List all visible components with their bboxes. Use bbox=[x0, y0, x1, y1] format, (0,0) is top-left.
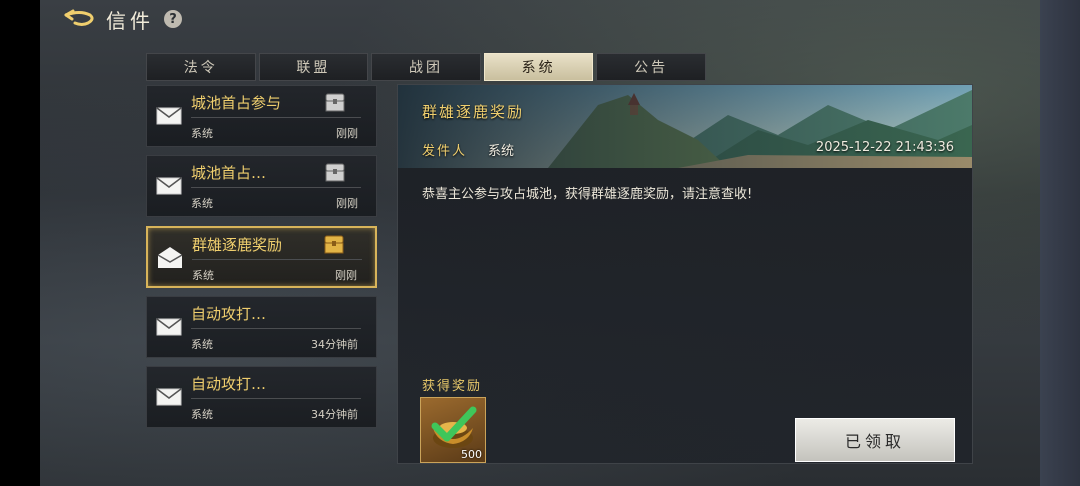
header: 信件 ? bbox=[62, 6, 182, 33]
landscape-banner bbox=[398, 85, 972, 168]
mail-title: 群雄逐鹿奖励 bbox=[422, 103, 525, 121]
envelope-icon bbox=[156, 388, 182, 406]
mail-subject: 自动攻打… bbox=[191, 375, 267, 393]
envelope-icon bbox=[156, 318, 182, 336]
reward-item[interactable]: 500 bbox=[420, 397, 486, 463]
mail-time: 刚刚 bbox=[336, 197, 358, 210]
mail-sender: 系统 bbox=[191, 127, 213, 140]
mail-body: 恭喜主公参与攻占城池，获得群雄逐鹿奖励，请注意查收! bbox=[422, 187, 753, 202]
tab-announcement[interactable]: 公告 bbox=[596, 53, 706, 81]
help-icon[interactable]: ? bbox=[164, 10, 182, 28]
sender-name: 系统 bbox=[488, 144, 515, 159]
mail-item[interactable]: 城池首占参与系统 刚刚 bbox=[146, 85, 377, 147]
check-icon bbox=[431, 406, 477, 442]
mail-timestamp: 2025-12-22 21:43:36 bbox=[815, 140, 954, 155]
right-letterbox bbox=[1040, 0, 1080, 486]
mail-sender: 系统 bbox=[191, 197, 213, 210]
mail-time: 刚刚 bbox=[335, 269, 357, 282]
tab-battle-group[interactable]: 战团 bbox=[371, 53, 481, 81]
divider bbox=[191, 328, 361, 329]
open-envelope-icon bbox=[157, 247, 183, 268]
mail-subject: 城池首占参与 bbox=[191, 94, 282, 112]
mail-item[interactable]: 自动攻打… 系统 34分钟前 bbox=[146, 296, 377, 358]
treasure-chest-icon bbox=[325, 163, 345, 182]
divider bbox=[191, 398, 361, 399]
claimed-button[interactable]: 已领取 bbox=[795, 418, 955, 462]
tab-decree[interactable]: 法令 bbox=[146, 53, 256, 81]
mail-subject: 群雄逐鹿奖励 bbox=[192, 236, 283, 254]
treasure-chest-icon bbox=[325, 93, 345, 112]
tab-system[interactable]: 系统 bbox=[483, 53, 594, 81]
reward-label: 获得奖励 bbox=[422, 379, 483, 394]
left-letterbox bbox=[0, 0, 40, 486]
mail-detail-panel: 群雄逐鹿奖励 发件人 系统 2025-12-22 21:43:36 恭喜主公参与… bbox=[397, 84, 973, 464]
divider bbox=[191, 117, 361, 118]
mail-sender: 系统 bbox=[191, 338, 213, 351]
divider bbox=[191, 187, 361, 188]
reward-count: 500 bbox=[461, 448, 482, 461]
mail-item[interactable]: 自动攻打… 系统 34分钟前 bbox=[146, 366, 377, 428]
tab-alliance[interactable]: 联盟 bbox=[258, 53, 369, 81]
back-arrow-icon[interactable] bbox=[62, 8, 96, 30]
page-title: 信件 bbox=[106, 8, 154, 33]
banner-image: 群雄逐鹿奖励 发件人 系统 2025-12-22 21:43:36 bbox=[398, 85, 972, 168]
mail-time: 刚刚 bbox=[336, 127, 358, 140]
mail-tabs: 法令 联盟 战团 系统 公告 bbox=[146, 53, 706, 81]
mail-time: 34分钟前 bbox=[311, 338, 358, 351]
mail-sender: 系统 bbox=[191, 408, 213, 421]
divider bbox=[192, 259, 362, 260]
treasure-chest-icon bbox=[324, 235, 344, 254]
envelope-icon bbox=[156, 107, 182, 125]
mail-time: 34分钟前 bbox=[311, 408, 358, 421]
mail-subject: 自动攻打… bbox=[191, 305, 267, 323]
sender-label: 发件人 bbox=[422, 144, 468, 159]
mail-sender: 系统 bbox=[192, 269, 214, 282]
envelope-icon bbox=[156, 177, 182, 195]
mail-item[interactable]: 城池首占… 系统 刚刚 bbox=[146, 155, 377, 217]
mail-item[interactable]: 群雄逐鹿奖励系统 刚刚 bbox=[146, 226, 377, 288]
mail-subject: 城池首占… bbox=[191, 164, 267, 182]
